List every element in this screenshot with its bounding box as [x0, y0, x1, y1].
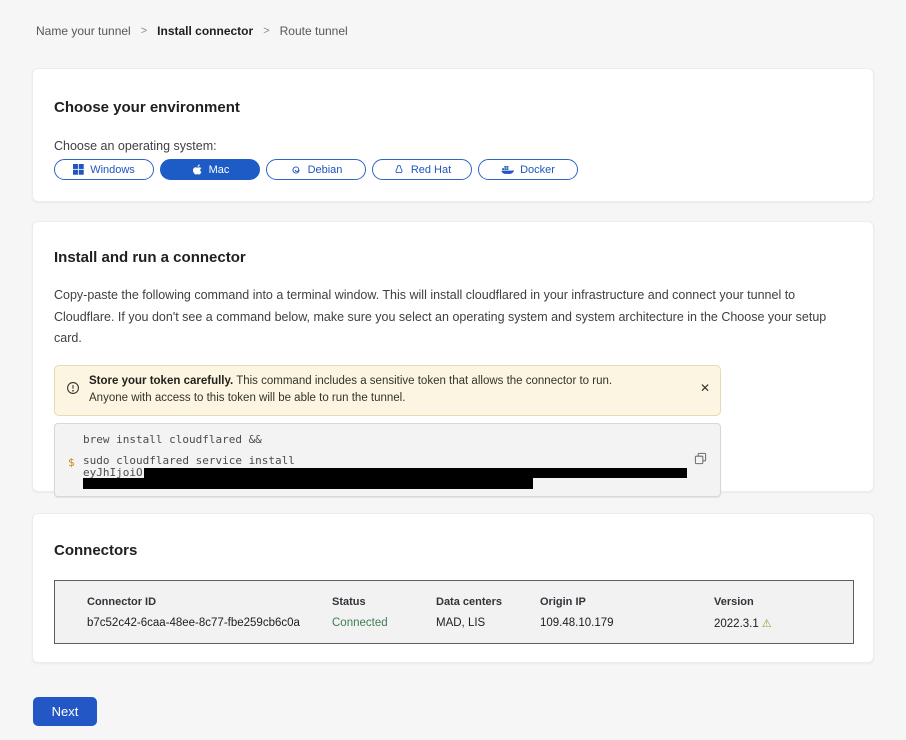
os-button-label: Windows [90, 164, 135, 176]
os-button-debian[interactable]: Debian [266, 159, 366, 180]
os-button-docker[interactable]: Docker [478, 159, 578, 180]
breadcrumb-step-install-connector[interactable]: Install connector [157, 24, 253, 38]
debian-icon [290, 164, 302, 176]
status-badge: Connected [332, 617, 436, 630]
breadcrumb-separator: > [263, 25, 269, 37]
os-button-label: Docker [520, 164, 555, 176]
column-header-connector-id: Connector ID [87, 596, 332, 608]
os-button-label: Red Hat [411, 164, 451, 176]
environment-card-title: Choose your environment [54, 99, 852, 116]
os-button-row: Windows Mac Debian Red Hat Docker [54, 159, 852, 180]
os-button-label: Mac [209, 164, 230, 176]
environment-card: Choose your environment Choose an operat… [32, 68, 874, 202]
token-warning-banner: Store your token carefully. This command… [54, 365, 721, 417]
install-description: Copy-paste the following command into a … [54, 285, 850, 350]
os-button-windows[interactable]: Windows [54, 159, 154, 180]
copy-icon[interactable] [694, 452, 707, 465]
close-icon[interactable]: ✕ [700, 382, 710, 394]
docker-icon [501, 164, 514, 175]
redhat-icon [393, 164, 405, 176]
install-command-codeblock[interactable]: $ brew install cloudflared && sudo cloud… [54, 423, 721, 497]
apple-icon [191, 163, 203, 176]
os-button-redhat[interactable]: Red Hat [372, 159, 472, 180]
version-cell: 2022.3.1⚠ [714, 617, 853, 630]
breadcrumb-separator: > [141, 25, 147, 37]
origin-ip-cell: 109.48.10.179 [540, 617, 714, 630]
breadcrumb: Name your tunnel > Install connector > R… [0, 0, 906, 38]
column-header-origin-ip: Origin IP [540, 596, 714, 608]
breadcrumb-step-name-tunnel[interactable]: Name your tunnel [36, 24, 131, 38]
token-warning-text: Store your token carefully. This command… [89, 373, 644, 409]
command-line-2: sudo cloudflared service install [83, 455, 706, 466]
connectors-card: Connectors Connector ID Status Data cent… [32, 513, 874, 663]
token-line: eyJhIjoiO [83, 467, 706, 478]
shell-prompt: $ [68, 456, 75, 469]
next-button[interactable]: Next [33, 697, 97, 726]
version-warning-icon: ⚠ [762, 618, 772, 630]
token-prefix: eyJhIjoiO [83, 467, 143, 478]
install-card-title: Install and run a connector [54, 249, 852, 266]
install-card: Install and run a connector Copy-paste t… [32, 221, 874, 492]
breadcrumb-step-route-tunnel[interactable]: Route tunnel [280, 24, 348, 38]
token-redaction-bar [83, 478, 533, 489]
os-button-label: Debian [308, 164, 343, 176]
column-header-status: Status [332, 596, 436, 608]
os-button-mac[interactable]: Mac [160, 159, 260, 180]
version-value: 2022.3.1 [714, 618, 759, 630]
column-header-version: Version [714, 596, 853, 608]
data-centers-cell: MAD, LIS [436, 617, 540, 630]
command-line-1: brew install cloudflared && [83, 434, 706, 445]
token-redaction-bar [144, 468, 687, 478]
windows-icon [73, 164, 84, 175]
connectors-table: Connector ID Status Data centers Origin … [54, 580, 854, 644]
connectors-card-title: Connectors [54, 542, 852, 559]
info-circle-icon [66, 381, 80, 400]
connector-id-cell: b7c52c42-6caa-48ee-8c77-fbe259cb6c0a [87, 617, 332, 630]
column-header-data-centers: Data centers [436, 596, 540, 608]
os-select-label: Choose an operating system: [54, 139, 852, 153]
token-warning-title: Store your token carefully. [89, 375, 233, 387]
